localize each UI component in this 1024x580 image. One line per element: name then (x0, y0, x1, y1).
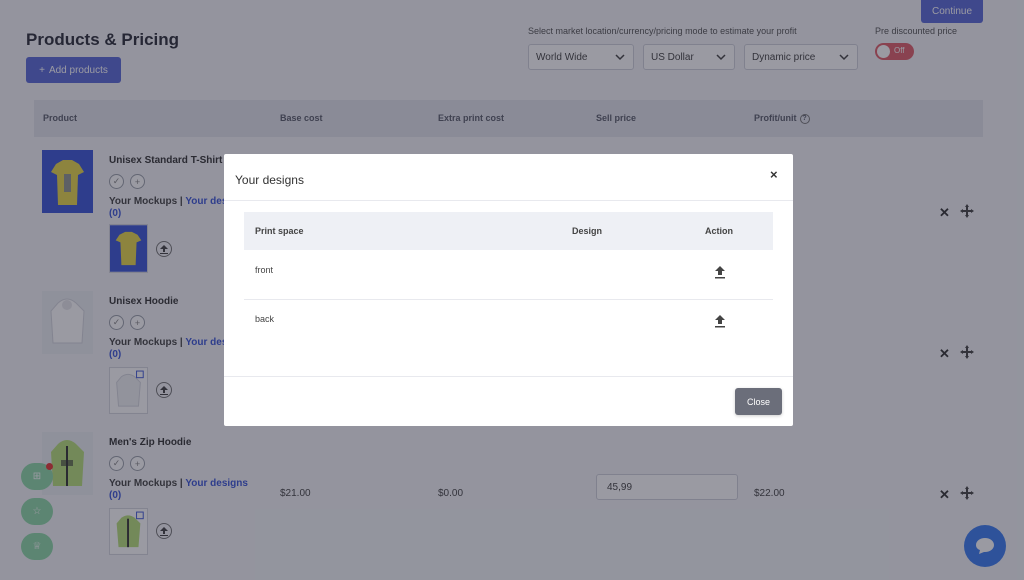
table-row: back (244, 300, 773, 349)
print-space-label: front (255, 265, 274, 275)
divider (224, 200, 793, 201)
modal-title: Your designs (235, 173, 304, 187)
divider (224, 376, 793, 377)
upload-icon[interactable] (713, 314, 727, 328)
print-space-label: back (255, 314, 275, 324)
close-button[interactable]: Close (735, 388, 782, 415)
close-icon[interactable]: × (770, 167, 778, 182)
table-row: front (244, 251, 773, 300)
col-design: Design (572, 226, 603, 236)
designs-table-header: Print space Design Action (244, 212, 773, 250)
designs-modal: Your designs × Print space Design Action… (224, 154, 793, 426)
col-action: Action (705, 226, 733, 236)
upload-icon[interactable] (713, 265, 727, 279)
col-print-space: Print space (255, 226, 304, 236)
